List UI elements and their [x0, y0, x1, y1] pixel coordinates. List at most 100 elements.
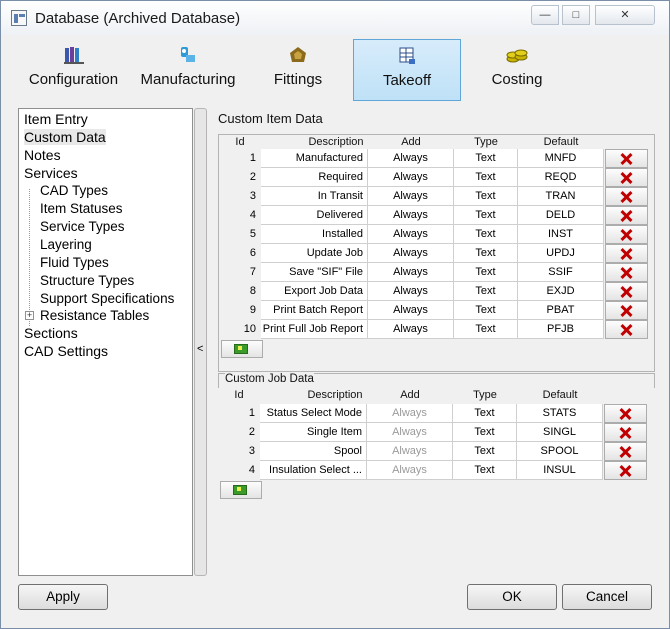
table-row[interactable]: 2 Required Always Text REQD [219, 168, 654, 187]
row-description[interactable]: Spool [260, 442, 367, 461]
row-add-mode[interactable]: Always [368, 225, 454, 244]
tree-item-item-statuses[interactable]: Item Statuses [40, 201, 123, 216]
table-row[interactable]: 10 Print Full Job Report Always Text PFJB [219, 320, 654, 339]
pane-splitter[interactable]: < [194, 108, 207, 576]
delete-row-button[interactable] [604, 404, 647, 423]
row-description[interactable]: In Transit [261, 187, 368, 206]
row-description[interactable]: Export Job Data [261, 282, 368, 301]
delete-row-button[interactable] [605, 187, 648, 206]
row-add-mode[interactable]: Always [368, 149, 454, 168]
delete-row-button[interactable] [605, 244, 648, 263]
minimize-button[interactable]: — [531, 5, 559, 25]
delete-row-button[interactable] [605, 206, 648, 225]
delete-row-button[interactable] [605, 168, 648, 187]
table-row[interactable]: 2 Single Item Always Text SINGL [218, 423, 655, 442]
delete-row-button[interactable] [604, 442, 647, 461]
row-default[interactable]: INST [518, 225, 604, 244]
close-button[interactable]: ✕ [595, 5, 655, 25]
expand-icon[interactable]: + [25, 311, 34, 320]
row-default[interactable]: PBAT [518, 301, 604, 320]
table-row[interactable]: 9 Print Batch Report Always Text PBAT [219, 301, 654, 320]
tab-costing[interactable]: Costing [465, 39, 569, 101]
delete-row-button[interactable] [604, 423, 647, 442]
tree-item-fluid-types[interactable]: Fluid Types [40, 255, 109, 270]
row-description[interactable]: Manufactured [261, 149, 368, 168]
tree-item-structure-types[interactable]: Structure Types [40, 273, 134, 288]
row-default[interactable]: REQD [518, 168, 604, 187]
delete-row-button[interactable] [605, 263, 648, 282]
tree-item-cad-settings[interactable]: CAD Settings [24, 343, 108, 359]
cancel-button[interactable]: Cancel [562, 584, 652, 610]
row-description[interactable]: Status Select Mode [260, 404, 367, 423]
table-row[interactable]: 3 Spool Always Text SPOOL [218, 442, 655, 461]
row-add-mode[interactable]: Always [368, 263, 454, 282]
row-add-mode[interactable]: Always [368, 301, 454, 320]
row-default[interactable]: SPOOL [517, 442, 603, 461]
tree-item-notes[interactable]: Notes [24, 147, 61, 163]
tree-item-sections[interactable]: Sections [24, 325, 78, 341]
row-default[interactable]: DELD [518, 206, 604, 225]
row-add-mode[interactable]: Always [367, 404, 453, 423]
add-job-data-button[interactable] [220, 481, 262, 499]
row-description[interactable]: Print Full Job Report [261, 320, 368, 339]
table-row[interactable]: 4 Insulation Select ... Always Text INSUL [218, 461, 655, 480]
row-description[interactable]: Required [261, 168, 368, 187]
row-add-mode[interactable]: Always [367, 423, 453, 442]
row-type[interactable]: Text [453, 442, 517, 461]
row-default[interactable]: STATS [517, 404, 603, 423]
tab-takeoff[interactable]: Takeoff [353, 39, 461, 101]
row-add-mode[interactable]: Always [367, 461, 453, 480]
row-add-mode[interactable]: Always [368, 320, 454, 339]
table-row[interactable]: 4 Delivered Always Text DELD [219, 206, 654, 225]
tree-item-resistance-tables[interactable]: Resistance Tables [40, 308, 149, 323]
row-add-mode[interactable]: Always [367, 442, 453, 461]
table-row[interactable]: 1 Manufactured Always Text MNFD [219, 149, 654, 168]
row-description[interactable]: Delivered [261, 206, 368, 225]
row-type[interactable]: Text [453, 423, 517, 442]
row-description[interactable]: Print Batch Report [261, 301, 368, 320]
tree-item-item-entry[interactable]: Item Entry [24, 111, 88, 127]
row-type[interactable]: Text [453, 404, 517, 423]
delete-row-button[interactable] [605, 320, 648, 339]
row-default[interactable]: UPDJ [518, 244, 604, 263]
maximize-button[interactable]: □ [562, 5, 590, 25]
tab-configuration[interactable]: Configuration [17, 39, 130, 101]
row-type[interactable]: Text [454, 282, 518, 301]
row-default[interactable]: SSIF [518, 263, 604, 282]
table-row[interactable]: 3 In Transit Always Text TRAN [219, 187, 654, 206]
tree-item-support-specifications[interactable]: Support Specifications [40, 291, 174, 306]
row-type[interactable]: Text [454, 225, 518, 244]
row-type[interactable]: Text [454, 206, 518, 225]
table-row[interactable]: 5 Installed Always Text INST [219, 225, 654, 244]
row-default[interactable]: MNFD [518, 149, 604, 168]
row-add-mode[interactable]: Always [368, 187, 454, 206]
row-add-mode[interactable]: Always [368, 168, 454, 187]
table-row[interactable]: 1 Status Select Mode Always Text STATS [218, 404, 655, 423]
tree-item-cad-types[interactable]: CAD Types [40, 183, 108, 198]
row-add-mode[interactable]: Always [368, 206, 454, 225]
row-description[interactable]: Save "SIF" File [261, 263, 368, 282]
tree-item-custom-data[interactable]: Custom Data [24, 129, 106, 145]
row-default[interactable]: EXJD [518, 282, 604, 301]
apply-button[interactable]: Apply [18, 584, 108, 610]
row-description[interactable]: Single Item [260, 423, 367, 442]
row-default[interactable]: SINGL [517, 423, 603, 442]
tree-item-service-types[interactable]: Service Types [40, 219, 125, 234]
row-type[interactable]: Text [454, 301, 518, 320]
table-row[interactable]: 8 Export Job Data Always Text EXJD [219, 282, 654, 301]
tab-fittings[interactable]: Fittings [248, 39, 348, 101]
add-item-data-button[interactable] [221, 340, 263, 358]
row-description[interactable]: Update Job [261, 244, 368, 263]
row-add-mode[interactable]: Always [368, 282, 454, 301]
row-description[interactable]: Insulation Select ... [260, 461, 367, 480]
title-bar[interactable]: Database (Archived Database) — □ ✕ [1, 1, 669, 35]
row-description[interactable]: Installed [261, 225, 368, 244]
row-type[interactable]: Text [454, 187, 518, 206]
row-default[interactable]: INSUL [517, 461, 603, 480]
table-row[interactable]: 6 Update Job Always Text UPDJ [219, 244, 654, 263]
delete-row-button[interactable] [605, 301, 648, 320]
ok-button[interactable]: OK [467, 584, 557, 610]
row-type[interactable]: Text [454, 244, 518, 263]
row-type[interactable]: Text [454, 149, 518, 168]
delete-row-button[interactable] [604, 461, 647, 480]
